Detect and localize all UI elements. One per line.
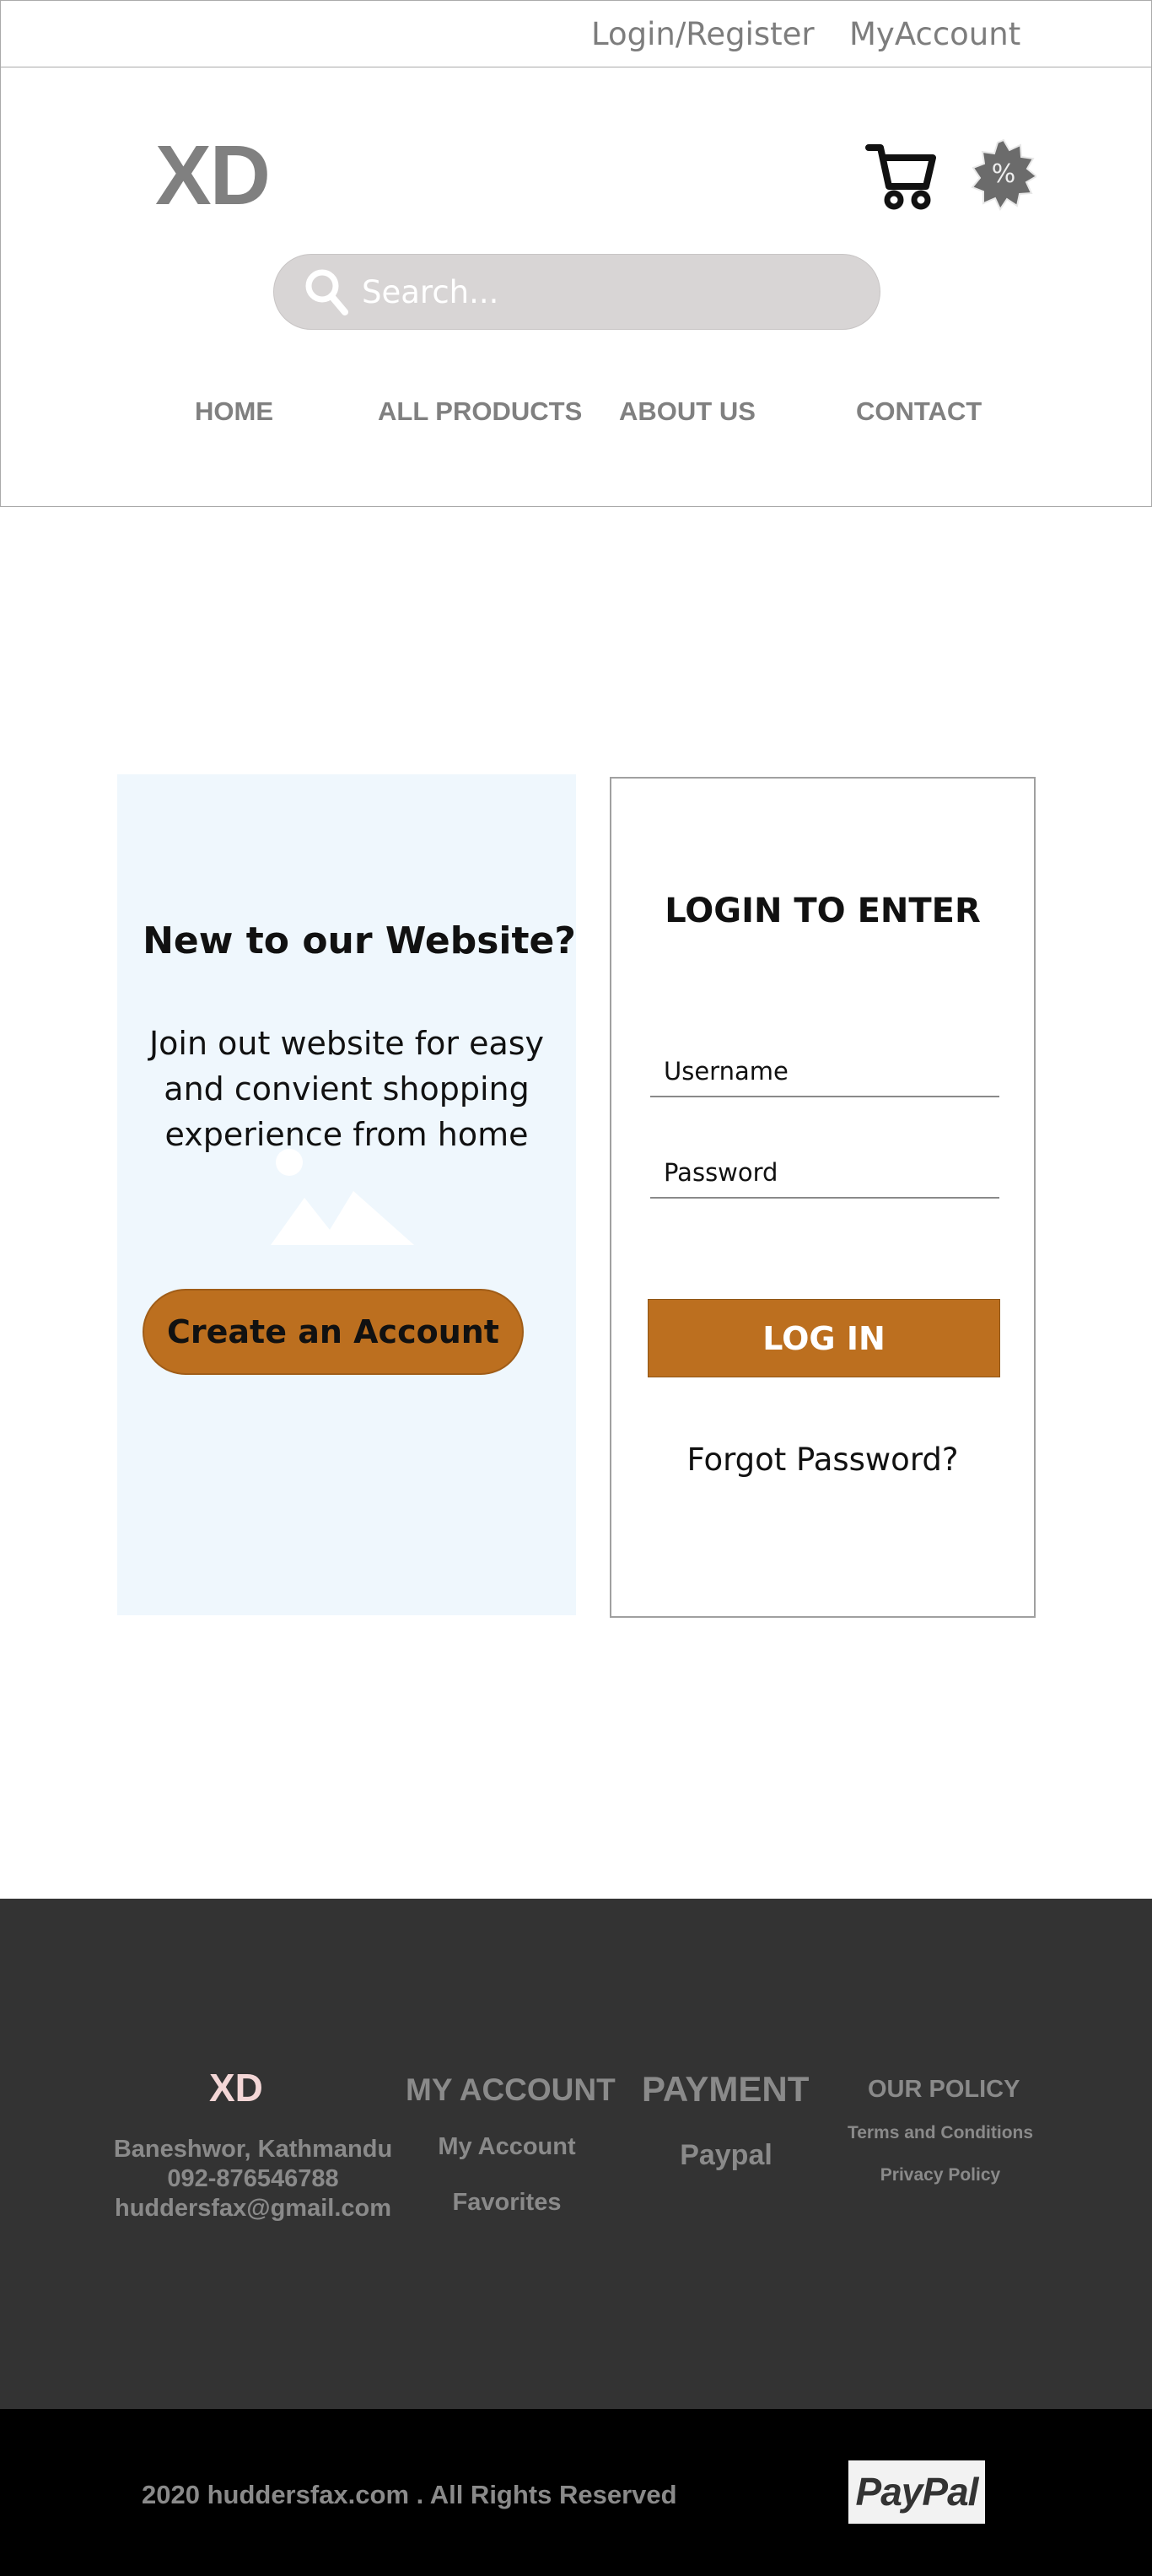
password-field[interactable] (650, 1148, 999, 1199)
login-register-link[interactable]: Login/Register (591, 16, 815, 52)
footer-my-account-link[interactable]: My Account (406, 2133, 608, 2161)
copyright-text: 2020 huddersfax.com . All Rights Reserve… (142, 2480, 677, 2509)
paypal-logo: PayPal (848, 2460, 985, 2524)
create-account-button[interactable]: Create an Account (143, 1289, 524, 1375)
nav-contact[interactable]: CONTACT (856, 396, 982, 427)
site-logo[interactable]: XD (155, 133, 271, 218)
footer-phone: 092-876546788 (167, 2165, 339, 2192)
footer-privacy-link[interactable]: Privacy Policy (843, 2165, 1037, 2185)
svg-text:%: % (992, 159, 1016, 189)
footer-favorites-link[interactable]: Favorites (406, 2189, 608, 2217)
image-placeholder-icon (271, 1149, 414, 1245)
search-icon[interactable] (304, 268, 348, 315)
footer-payment-title: PAYMENT (642, 2069, 810, 2109)
new-user-panel: New to our Website? Join out website for… (117, 774, 576, 1615)
footer-email[interactable]: huddersfax@gmail.com (101, 2194, 405, 2223)
login-panel: LOGIN TO ENTER LOG IN Forgot Password? (610, 777, 1036, 1618)
nav-about-us[interactable]: ABOUT US (619, 396, 756, 427)
footer-address: Baneshwor, Kathmandu (113, 2136, 393, 2163)
promo-title: New to our Website? (143, 919, 576, 962)
footer-logo: XD (209, 2066, 263, 2110)
footer-contact: Baneshwor, Kathmandu 092-876546788 hudde… (101, 2135, 405, 2223)
login-button[interactable]: LOG IN (648, 1299, 1000, 1377)
search-bar[interactable] (273, 254, 880, 330)
username-field[interactable] (650, 1047, 999, 1097)
footer-terms-link[interactable]: Terms and Conditions (843, 2123, 1037, 2143)
nav-all-products[interactable]: ALL PRODUCTS (378, 396, 582, 427)
login-title: LOGIN TO ENTER (665, 892, 981, 930)
site-header: XD % HOME ALL PRODUCTS ABOUT US CONTACT (0, 67, 1152, 507)
bottom-bar: 2020 huddersfax.com . All Rights Reserve… (0, 2409, 1152, 2576)
forgot-password-link[interactable]: Forgot Password? (611, 1442, 1034, 1478)
discount-badge-icon[interactable]: % (971, 138, 1036, 211)
my-account-link[interactable]: MyAccount (849, 16, 1020, 52)
footer-paypal-link[interactable]: Paypal (642, 2139, 810, 2172)
search-input[interactable] (362, 265, 851, 319)
promo-text: Join out website for easy and convient s… (148, 1025, 545, 1153)
nav-home[interactable]: HOME (195, 396, 273, 427)
footer-policy-title: OUR POLICY (868, 2076, 1020, 2103)
site-footer: XD Baneshwor, Kathmandu 092-876546788 hu… (0, 1899, 1152, 2409)
top-bar: Login/Register MyAccount (0, 0, 1152, 67)
footer-account-title: MY ACCOUNT (406, 2072, 616, 2107)
cart-icon[interactable] (865, 139, 936, 210)
